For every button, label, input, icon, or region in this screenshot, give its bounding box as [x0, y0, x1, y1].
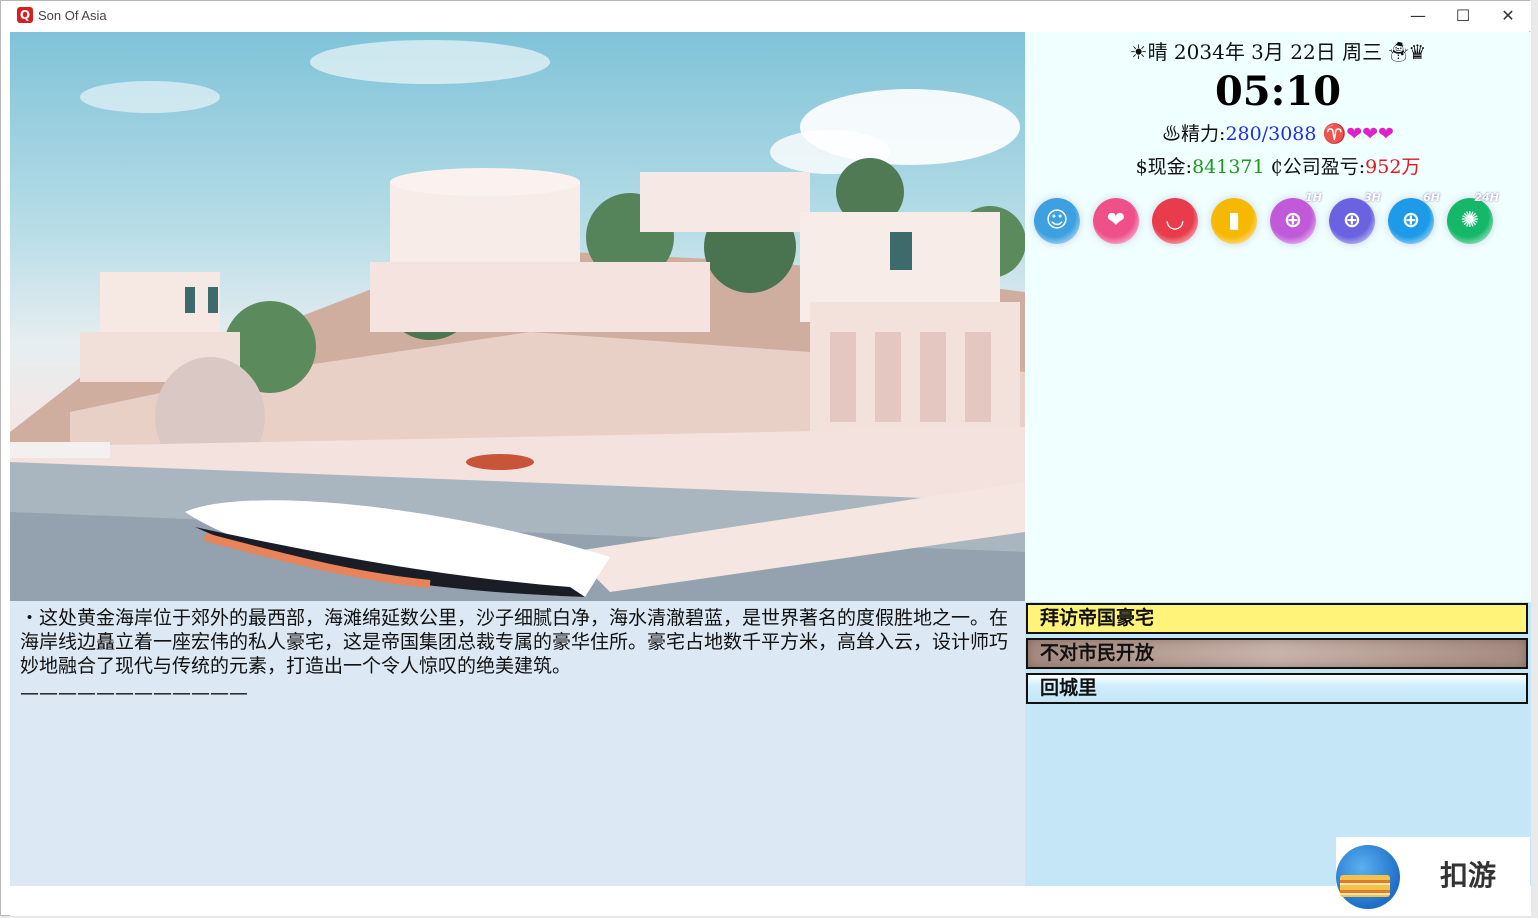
watermark-text: 扣游: [1440, 859, 1497, 892]
wait-3h-icon[interactable]: ⊕ 3H: [1329, 192, 1381, 244]
wait-6h-icon[interactable]: ⊕ 6H: [1388, 192, 1440, 244]
date-label: 2034年 3月 22日 周三: [1173, 40, 1383, 64]
shopping-bag-icon[interactable]: ◡: [1152, 198, 1198, 244]
bottom-strip: [10, 886, 1531, 916]
energy-value: 280/3088: [1225, 123, 1317, 145]
game-clock: 05:10: [1214, 68, 1342, 115]
closed-to-public-button[interactable]: 不对市民开放: [1026, 638, 1528, 669]
location-scene-image: [10, 32, 1025, 601]
sun-icon: ☀: [1129, 40, 1148, 64]
zodiac-hearts-icon: ♈❤❤❤: [1322, 123, 1394, 145]
window-title: Son Of Asia: [38, 8, 107, 23]
weather-label: 晴: [1147, 40, 1168, 64]
return-to-city-button[interactable]: 回城里: [1026, 673, 1528, 704]
money-line: $现金:841371 ₵公司盈亏:952万: [1025, 155, 1531, 179]
books-icon: [1340, 875, 1390, 897]
energy-line: ♨精力:280/3088 ♈❤❤❤: [1025, 122, 1531, 146]
date-line: ☀晴 2034年 3月 22日 周三 ☃♛: [1025, 40, 1531, 64]
close-button[interactable]: ✕: [1485, 1, 1531, 31]
cash-value: 841371: [1192, 156, 1265, 178]
company-profit-value: 952万: [1365, 156, 1421, 178]
inventory-icon[interactable]: ▮: [1211, 198, 1257, 244]
watermark-overlay: 扣游: [1336, 837, 1530, 916]
app-logo-icon: Q: [17, 7, 33, 23]
relationship-heart-icon[interactable]: ❤: [1093, 198, 1139, 244]
description-panel: ・这处黄金海岸位于郊外的最西部，海滩绵延数公里，沙子细腻白净，海水清澈碧蓝，是世…: [10, 601, 1025, 886]
wait-24h-icon[interactable]: ✺ 24H: [1447, 192, 1499, 244]
wait-1h-icon[interactable]: ⊕ 1H: [1270, 192, 1322, 244]
minimize-button[interactable]: —: [1395, 1, 1441, 31]
coastal-mansion-illustration: [10, 40, 1025, 601]
location-description: ・这处黄金海岸位于郊外的最西部，海滩绵延数公里，沙子细腻白净，海水清澈碧蓝，是世…: [20, 607, 1009, 677]
game-window: Q Son Of Asia — ☐ ✕ ・这处黄金海岸位于郊外的最西部，海滩绵延…: [0, 0, 1531, 916]
season-status-icons: ☃♛: [1388, 40, 1427, 64]
energy-label: 精力:: [1181, 123, 1226, 145]
description-divider: ————————————: [20, 682, 248, 704]
visit-mansion-button[interactable]: 拜访帝国豪宅: [1026, 603, 1528, 634]
title-bar[interactable]: Q Son Of Asia — ☐ ✕: [1, 1, 1531, 31]
status-panel: ☀晴 2034年 3月 22日 周三 ☃♛ 05:10 ♨精力:280/3088…: [1025, 32, 1531, 602]
company-profit-label: 公司盈亏:: [1282, 156, 1366, 178]
cash-label: 现金:: [1147, 156, 1193, 178]
maximize-button[interactable]: ☐: [1440, 1, 1486, 31]
company-symbol-icon: ₵: [1270, 156, 1283, 178]
contacts-icon[interactable]: ☺: [1034, 198, 1080, 244]
hot-spring-icon: ♨: [1162, 123, 1182, 145]
cash-symbol-icon: $: [1135, 156, 1148, 178]
